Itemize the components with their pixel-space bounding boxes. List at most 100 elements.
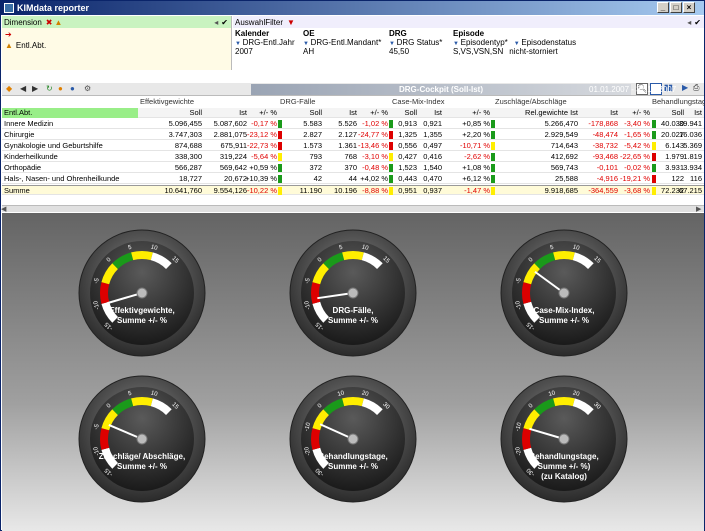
- first-column-header[interactable]: Entl.Abt.: [2, 108, 138, 118]
- table-cell: 1.361: [338, 141, 357, 150]
- column-header[interactable]: +/- %: [370, 108, 388, 118]
- dimension-item[interactable]: ▲ Entl.Abt.: [2, 41, 231, 50]
- play-icon[interactable]: ▶: [682, 83, 688, 92]
- minimize-button[interactable]: _: [657, 2, 669, 13]
- gauge[interactable]: -15 -10 -5 0 5 10 15 DRG-Fälle, Summe +/- %: [289, 229, 417, 357]
- dimension-header: Dimension ✖ ▲ ◂ ✔: [2, 16, 231, 28]
- column-header[interactable]: Ist: [434, 108, 442, 118]
- app-window: KIMdata reporter _ □ × Dimension ✖ ▲ ◂ ✔…: [0, 0, 705, 531]
- table-cell: 18,727: [179, 174, 202, 183]
- gauge-svg: -30-20-10010 2030Behandlungstage,Summe +/…: [289, 375, 417, 503]
- column-header[interactable]: Ist: [694, 108, 702, 118]
- scroll-left-icon[interactable]: ◀: [1, 205, 6, 213]
- refresh-icon[interactable]: ↻: [46, 84, 53, 93]
- column-header[interactable]: +/- %: [632, 108, 650, 118]
- row-label: Gynäkologie und Geburtshilfe: [4, 141, 103, 150]
- gauge[interactable]: -30 -20 -10 0 10 20 30 Behandlungstage, Summe +/…: [500, 375, 628, 503]
- status-indicator: [389, 175, 393, 183]
- table-cell: -8,88 %: [362, 186, 388, 195]
- maximize-button[interactable]: □: [670, 2, 682, 13]
- checkmark-icon[interactable]: ✔: [221, 18, 228, 27]
- close-button[interactable]: ×: [683, 2, 695, 13]
- table-cell: -364,559: [588, 186, 618, 195]
- status-indicator: [389, 187, 393, 195]
- table-row[interactable]: Orthopädie 566,287 569,642 +0,59 % 372 370 -0,…: [2, 163, 704, 173]
- globe-icon[interactable]: ●: [70, 84, 75, 93]
- gauge[interactable]: -30 -20 -10 0 10 20 30 Behandlungstage, Summe +/…: [289, 375, 417, 503]
- gauge-label: (zu Katalog): [541, 472, 587, 481]
- filter-group-title: DRG: [389, 29, 407, 38]
- table-cell: 39.941: [679, 119, 702, 128]
- row-label: Hals-, Nasen- und Ohrenheilkunde: [4, 174, 120, 183]
- table-cell: -23,12 %: [246, 130, 277, 139]
- gauge-label: Summe +/- %: [117, 316, 167, 325]
- column-header[interactable]: Soll: [309, 108, 322, 118]
- horizontal-scrollbar[interactable]: ◀ ▶: [1, 205, 704, 213]
- column-header[interactable]: Ist: [239, 108, 247, 118]
- table-cell: +6,12 %: [462, 174, 490, 183]
- remove-dimension-icon[interactable]: ✖: [46, 18, 53, 27]
- gauge-band: [553, 397, 575, 407]
- column-header[interactable]: Rel.gewichte Ist: [525, 108, 578, 118]
- filter-item[interactable]: Episodenstatus: [514, 38, 576, 47]
- table-row[interactable]: Chirurgie 3.747,303 2.881,075 -23,12 % 2.827…: [2, 130, 704, 140]
- column-header[interactable]: Soll: [671, 108, 684, 118]
- filter-collapse-icon[interactable]: ◂: [687, 18, 691, 27]
- status-indicator: [652, 120, 656, 128]
- add-dimension-icon[interactable]: ▲: [55, 18, 63, 27]
- column-header[interactable]: +/- %: [259, 108, 277, 118]
- status-indicator: [652, 131, 656, 139]
- gauge-band: [342, 251, 364, 261]
- filter-group-kalender[interactable]: Kalender DRG-Entl.Jahr 2007: [235, 29, 295, 56]
- gauge-band: [311, 282, 321, 304]
- app-icon: [4, 3, 14, 13]
- table-cell: 319,224: [219, 152, 247, 161]
- table-row[interactable]: Hals-, Nasen- und Ohrenheilkunde 18,727 20…: [2, 174, 704, 184]
- filter-item[interactable]: DRG-Entl.Jahr: [235, 38, 295, 47]
- filter-value: S,VS,VSN,SN: [453, 47, 504, 56]
- column-header[interactable]: Soll: [189, 108, 202, 118]
- status-indicator: [652, 175, 656, 183]
- table-cell: 0,921: [423, 119, 442, 128]
- gauge-label: Summe +/- %: [328, 316, 378, 325]
- filter-group-oe[interactable]: OE DRG-Entl.Mandant* AH: [303, 29, 381, 56]
- table-row[interactable]: Gynäkologie und Geburtshilfe 874,688 675,9…: [2, 141, 704, 151]
- column-header[interactable]: +/- %: [472, 108, 490, 118]
- filter-group-title: OE: [303, 29, 315, 38]
- summary-row[interactable]: Summe 10.641,760 9.554,126 -10,22 % 11.190 10…: [2, 185, 704, 195]
- status-indicator: [652, 153, 656, 161]
- gauge-label: Summe +/- %): [538, 462, 591, 471]
- filter-group-drg[interactable]: DRG DRG Status* 45,50: [389, 29, 442, 56]
- gauge[interactable]: -15 -10 -5 0 5 10 15 Effektivgewichte, Summe +/-…: [78, 229, 206, 357]
- table-cell: -1,47 %: [464, 186, 490, 195]
- table-cell: 1.979: [665, 152, 684, 161]
- back-icon[interactable]: ◀: [20, 84, 26, 93]
- status-indicator: [652, 187, 656, 195]
- filter-icon[interactable]: ▼: [287, 18, 295, 27]
- filter-item[interactable]: DRG-Entl.Mandant*: [303, 38, 382, 47]
- table-cell: -22,65 %: [619, 152, 650, 161]
- filter-item[interactable]: Episodentyp*: [453, 38, 508, 47]
- cube-icon[interactable]: ◆: [6, 84, 12, 93]
- table-cell: 370: [344, 163, 357, 172]
- gauge[interactable]: -15 -10 -5 0 5 10 15 Zuschläge/ Abschläge, Summe…: [78, 375, 206, 503]
- scroll-right-icon[interactable]: ▶: [696, 205, 701, 213]
- table-row[interactable]: Innere Medizin 5.096,455 5.087,602 -0,17 % 5…: [2, 119, 704, 129]
- status-indicator: [389, 120, 393, 128]
- collapse-icon[interactable]: ◂: [214, 18, 218, 27]
- gauge[interactable]: -15 -10 -5 0 5 10 15 Case-Mix-Index, Summe +/- %: [500, 229, 628, 357]
- filter-checkmark-icon[interactable]: ✔: [694, 18, 701, 27]
- column-header[interactable]: Ist: [349, 108, 357, 118]
- chart-icon[interactable]: ●: [58, 84, 63, 93]
- filter-item[interactable]: DRG Status*: [389, 38, 443, 47]
- table-cell: 1.573: [303, 141, 322, 150]
- column-header[interactable]: Soll: [404, 108, 417, 118]
- print-icon[interactable]: ⎙: [693, 83, 699, 93]
- settings-icon[interactable]: ⚙: [84, 84, 91, 93]
- forward-icon[interactable]: ▶: [32, 84, 38, 93]
- filter-group-episode[interactable]: Episode Episodentyp* Episodenstatus S,VS,…: [453, 29, 576, 56]
- table-row[interactable]: Kinderheilkunde 338,300 319,224 -5,64 % 793 7…: [2, 152, 704, 162]
- column-header[interactable]: Ist: [610, 108, 618, 118]
- dimension-item-icon: ▲: [5, 41, 13, 50]
- filter-group-title: Episode: [453, 29, 485, 38]
